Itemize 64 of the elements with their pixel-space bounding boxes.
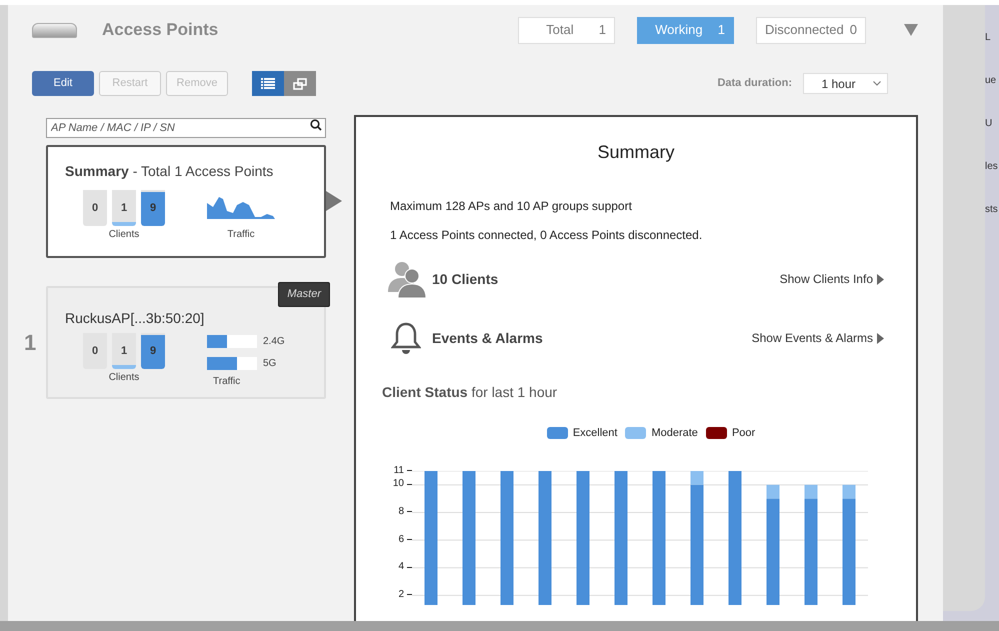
background-text: les: [985, 160, 999, 174]
client-count: 0: [92, 200, 98, 216]
page-title: Access Points: [102, 19, 218, 42]
status-filter-tab[interactable]: Disconnected 0: [756, 16, 866, 44]
band-label: 5G: [263, 357, 276, 371]
summary-text: Maximum 128 APs and 10 AP groups support: [390, 198, 633, 215]
background-text: L: [985, 31, 992, 45]
section-link[interactable]: Show Events & Alarms: [752, 329, 884, 347]
legend-label: Moderate: [651, 426, 698, 441]
section-link[interactable]: Show Clients Info: [780, 270, 884, 288]
y-axis-tick-label: 6: [398, 534, 404, 545]
summary-card[interactable]: Summary - Total 1 Access Points 0 1 9 Clients Traffic: [46, 145, 326, 258]
clients-label: Clients: [108, 371, 140, 385]
section-title: 10 Clients: [432, 270, 498, 288]
status-filter-tab[interactable]: Total 1: [518, 16, 615, 44]
pointer-triangle-icon: [326, 191, 342, 211]
clients-label: Clients: [108, 228, 140, 242]
traffic-label: Traffic: [213, 375, 242, 389]
client-count: 9: [150, 200, 156, 216]
y-axis-tick-label: 8: [398, 506, 404, 517]
band-label: 2.4G: [263, 335, 285, 349]
client-count: 1: [120, 344, 128, 359]
tick-mark: [407, 594, 412, 596]
access-point-name: RuckusAP[...3b:50:20]: [65, 309, 206, 328]
background-text: ue: [985, 74, 998, 88]
traffic-label: Traffic: [227, 228, 255, 242]
caret-right-icon: [877, 274, 884, 284]
chart-heading: Client Status for last 1 hour: [382, 383, 558, 402]
legend-label: Poor: [732, 426, 756, 441]
tick-mark: [407, 539, 412, 540]
legend-label: Excellent: [572, 426, 618, 441]
status-filter-tab[interactable]: Working 1: [636, 16, 734, 44]
tick-mark: [407, 470, 412, 471]
access-point-device-icon: [32, 22, 77, 38]
ap-index: 1: [24, 329, 38, 357]
client-count: 0: [92, 344, 98, 359]
list-icon: [261, 78, 275, 90]
client-count: 9: [150, 344, 156, 359]
caret-right-icon: [877, 332, 884, 344]
background-text: U: [985, 117, 994, 131]
bell-icon: [391, 322, 421, 354]
y-axis-tick-label: 4: [398, 562, 404, 572]
y-axis-tick-label: 2: [398, 590, 404, 600]
background-text: sts: [985, 203, 999, 217]
client-count: 1: [120, 200, 128, 216]
section-title: Events & Alarms: [432, 328, 543, 348]
summary-card-title: Summary - Total 1 Access Points: [65, 162, 274, 181]
collapse-triangle-icon[interactable]: [904, 24, 918, 36]
view-toggle-button[interactable]: [284, 71, 316, 96]
y-axis-tick-label: 10: [392, 479, 404, 490]
detail-title: Summary: [596, 141, 676, 164]
master-badge: Master: [278, 282, 330, 306]
duration-label: Data duration:: [717, 76, 792, 92]
summary-text: 1 Access Points connected, 0 Access Points disconnected.: [390, 227, 704, 244]
search-icon: [310, 119, 322, 131]
duration-select[interactable]: 1 hour: [803, 73, 888, 94]
tick-mark: [407, 566, 412, 568]
chevron-down-icon: [873, 81, 881, 86]
tick-mark: [407, 484, 412, 485]
tick-mark: [407, 511, 412, 512]
toolbar-button[interactable]: Edit: [32, 71, 94, 96]
overlapping-windows-icon: [293, 78, 307, 90]
view-toggle-button[interactable]: [252, 71, 284, 96]
y-axis-tick-label: 11: [394, 466, 404, 476]
